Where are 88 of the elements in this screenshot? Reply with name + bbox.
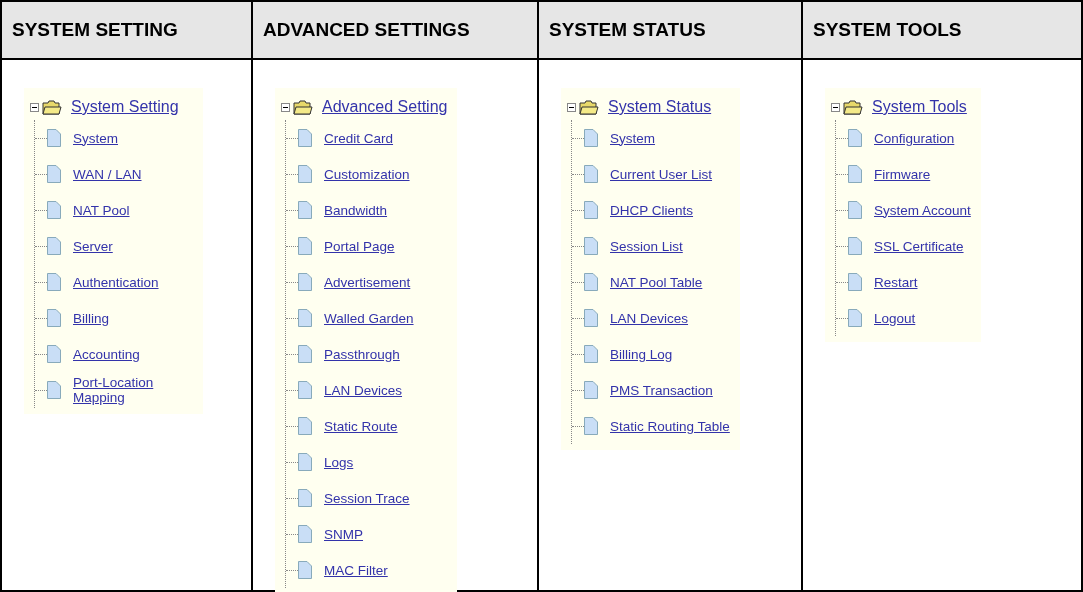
tree-root-link[interactable]: Advanced Setting [322, 98, 448, 116]
document-icon [848, 309, 862, 327]
tree-item-link[interactable]: DHCP Clients [610, 202, 694, 218]
tree-item-link[interactable]: SSL Certificate [874, 238, 964, 254]
document-icon [47, 381, 61, 399]
document-icon [298, 561, 312, 579]
tree-item-link[interactable]: Customization [324, 166, 410, 182]
document-icon [47, 345, 61, 363]
tree-item-link[interactable]: Portal Page [324, 238, 395, 254]
document-icon [47, 129, 61, 147]
document-icon [298, 273, 312, 291]
tree-item-link[interactable]: System Account [874, 202, 971, 218]
document-icon [298, 345, 312, 363]
tree-item-link[interactable]: Logout [874, 310, 916, 326]
document-icon [848, 273, 862, 291]
document-icon [584, 129, 598, 147]
tree-item-link[interactable]: Static Routing Table [610, 418, 730, 434]
document-icon [298, 309, 312, 327]
document-icon [584, 381, 598, 399]
tree-item-link[interactable]: Configuration [874, 130, 955, 146]
tree-item-link[interactable]: Advertisement [324, 274, 411, 290]
tree-item-link[interactable]: Billing [73, 310, 110, 326]
document-icon [298, 525, 312, 543]
tree-root-link[interactable]: System Setting [71, 98, 179, 116]
document-icon [584, 273, 598, 291]
document-icon [848, 129, 862, 147]
folder-icon [293, 99, 313, 115]
tree-item-link[interactable]: Credit Card [324, 130, 394, 146]
document-icon [47, 237, 61, 255]
document-icon [584, 309, 598, 327]
document-icon [298, 381, 312, 399]
tree-item-link[interactable]: Bandwidth [324, 202, 388, 218]
document-icon [298, 165, 312, 183]
tree-item-link[interactable]: PMS Transaction [610, 382, 713, 398]
tree-item-link[interactable]: Logs [324, 454, 354, 470]
column-title: SYSTEM STATUS [549, 19, 706, 41]
tree-item-link[interactable]: Port-Location Mapping [73, 375, 193, 405]
tree-item-link[interactable]: Firmware [874, 166, 931, 182]
tree-item-link[interactable]: Billing Log [610, 346, 673, 362]
document-icon [584, 165, 598, 183]
tree-item-link[interactable]: WAN / LAN [73, 166, 142, 182]
tree-item-link[interactable]: LAN Devices [324, 382, 403, 398]
document-icon [298, 417, 312, 435]
document-icon [298, 453, 312, 471]
tree-item-link[interactable]: LAN Devices [610, 310, 689, 326]
tree-item-link[interactable]: Authentication [73, 274, 159, 290]
document-icon [298, 237, 312, 255]
document-icon [298, 489, 312, 507]
folder-icon [42, 99, 62, 115]
column-title: ADVANCED SETTINGS [263, 19, 470, 41]
document-icon [47, 273, 61, 291]
document-icon [848, 237, 862, 255]
tree-item-link[interactable]: Session Trace [324, 490, 410, 506]
document-icon [47, 165, 61, 183]
tree-item-link[interactable]: System [73, 130, 118, 146]
document-icon [47, 201, 61, 219]
document-icon [584, 237, 598, 255]
document-icon [848, 201, 862, 219]
document-icon [584, 417, 598, 435]
tree-item-link[interactable]: Walled Garden [324, 310, 414, 326]
tree-item-link[interactable]: Restart [874, 274, 918, 290]
folder-icon [579, 99, 599, 115]
document-icon [298, 201, 312, 219]
collapse-icon[interactable] [30, 102, 39, 112]
tree-item-link[interactable]: Accounting [73, 346, 140, 362]
collapse-icon[interactable] [831, 102, 840, 112]
tree-item-link[interactable]: NAT Pool Table [610, 274, 703, 290]
tree-root-link[interactable]: System Status [608, 98, 712, 116]
document-icon [47, 309, 61, 327]
tree-item-link[interactable]: MAC Filter [324, 562, 388, 578]
collapse-icon[interactable] [281, 102, 290, 112]
tree-item-link[interactable]: Session List [610, 238, 683, 254]
collapse-icon[interactable] [567, 102, 576, 112]
tree-item-link[interactable]: Passthrough [324, 346, 400, 362]
tree-item-link[interactable]: Static Route [324, 418, 398, 434]
column-title: SYSTEM SETTING [12, 19, 178, 41]
tree-item-link[interactable]: NAT Pool [73, 202, 130, 218]
column-title: SYSTEM TOOLS [813, 19, 962, 41]
document-icon [584, 345, 598, 363]
tree-item-link[interactable]: SNMP [324, 526, 363, 542]
tree-root-link[interactable]: System Tools [872, 98, 967, 116]
tree-item-link[interactable]: Server [73, 238, 113, 254]
document-icon [584, 201, 598, 219]
document-icon [848, 165, 862, 183]
tree-item-link[interactable]: Current User List [610, 166, 713, 182]
folder-icon [843, 99, 863, 115]
document-icon [298, 129, 312, 147]
tree-item-link[interactable]: System [610, 130, 655, 146]
